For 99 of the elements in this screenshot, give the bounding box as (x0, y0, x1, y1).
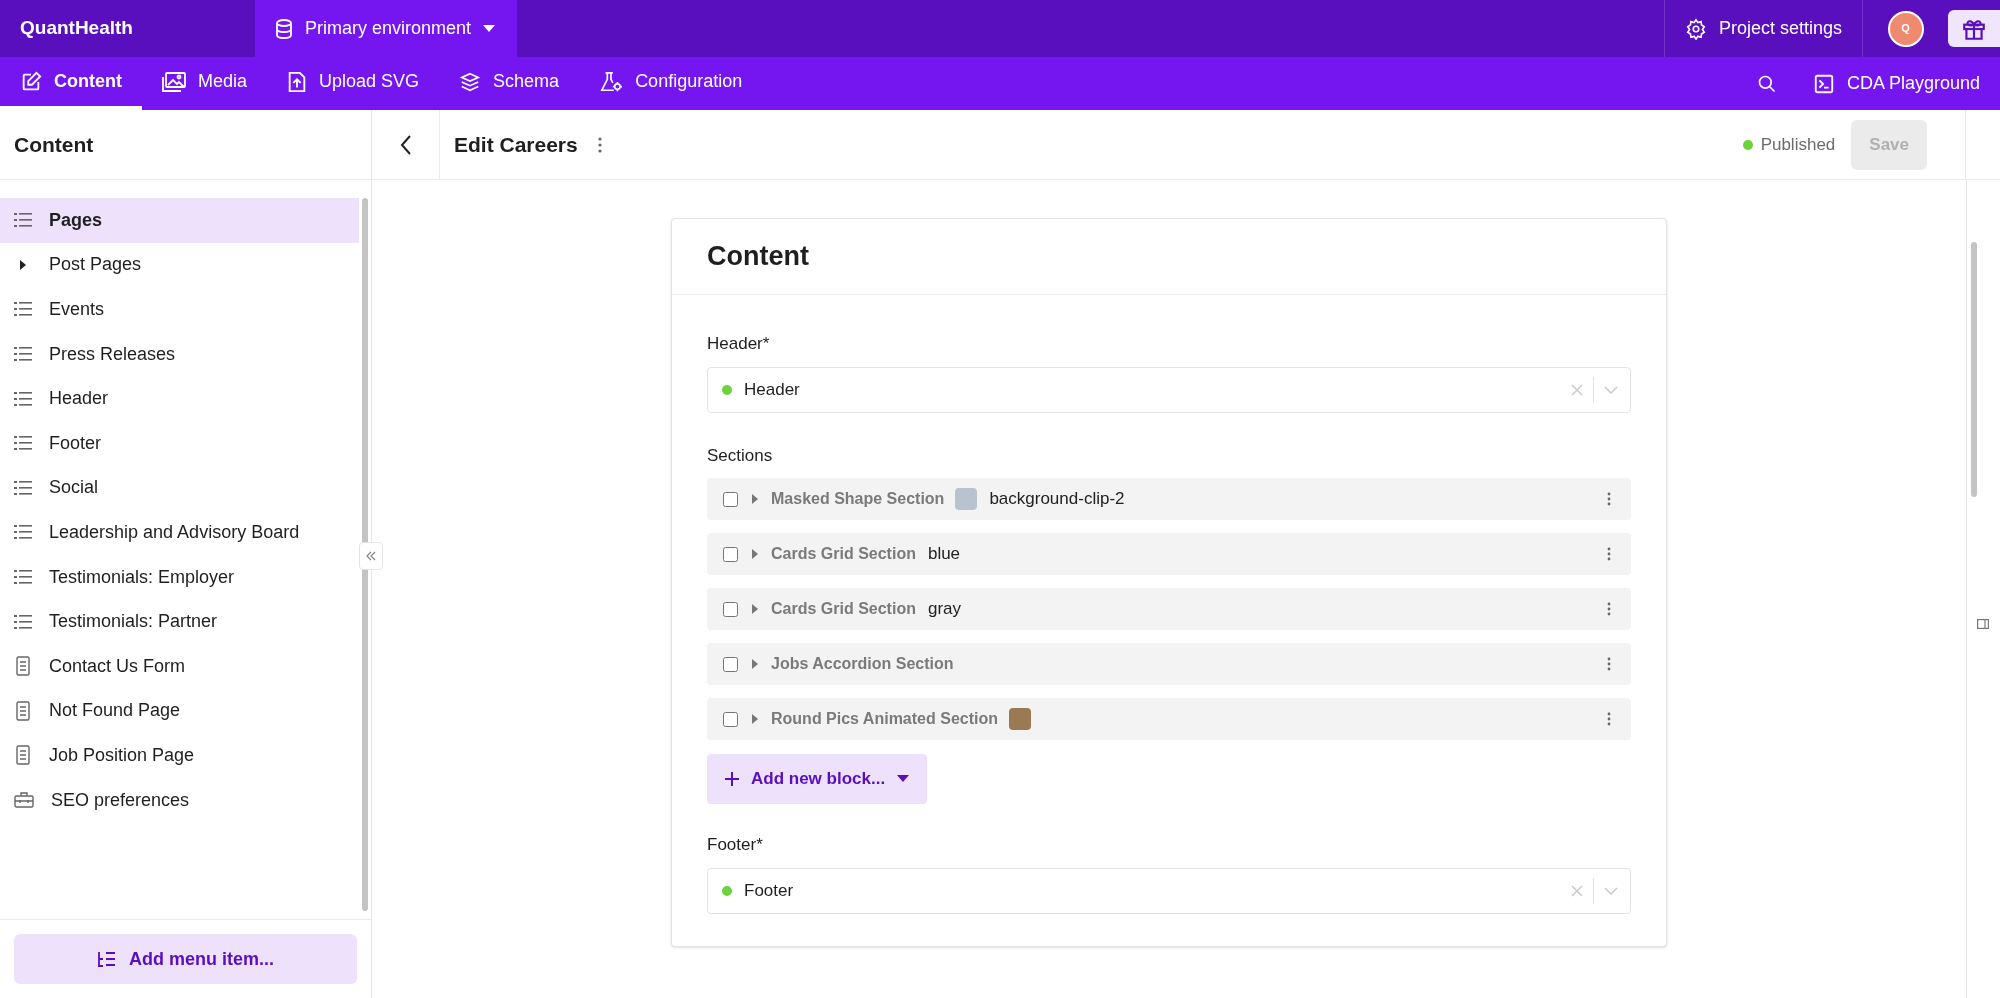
app-name: QuantHealth (20, 16, 133, 41)
upload-file-icon (287, 70, 307, 93)
settings-icon (1684, 17, 1707, 40)
section-type: Cards Grid Section (771, 599, 916, 619)
reference-select-field[interactable]: Header (707, 366, 1631, 413)
field-label: Sections (707, 444, 774, 467)
sidebar-item[interactable]: Leadership and Advisory Board (0, 510, 359, 555)
sidebar-item[interactable]: Contact Us Form (0, 643, 359, 689)
search-icon (1756, 73, 1777, 94)
checkbox[interactable] (723, 546, 738, 562)
nav-tab[interactable]: Configuration (579, 57, 763, 110)
section-type: Jobs Accordion Section (771, 654, 954, 674)
section-type: Masked Shape Section (771, 489, 945, 509)
caret-right-icon (751, 603, 759, 615)
list-icon (14, 524, 32, 541)
sidebar-item[interactable]: Pages (0, 198, 359, 243)
add-menu-item-button[interactable]: Add menu item... (14, 934, 357, 984)
toolbox-icon (14, 791, 34, 809)
add-block-button[interactable]: Add new block... (707, 754, 928, 804)
vertical-dots-icon (1607, 712, 1611, 726)
list-icon (14, 390, 32, 407)
card-title: Content (707, 240, 809, 274)
checkbox[interactable] (723, 491, 738, 507)
sidebar-item[interactable]: Testimonials: Partner (0, 599, 359, 644)
collapse-sidebar-button[interactable] (359, 542, 383, 570)
nav-tab[interactable]: Content (0, 57, 142, 110)
sidebar-item[interactable]: Header (0, 376, 359, 421)
caret-right-icon (751, 658, 759, 670)
gift-button[interactable] (1948, 10, 2000, 47)
vertical-dots-icon (1607, 602, 1611, 616)
tree-list-icon (97, 950, 117, 968)
chevron-left-icon (398, 133, 413, 156)
nav-tab[interactable]: Media (142, 57, 267, 110)
section-type: Cards Grid Section (771, 544, 916, 564)
list-icon (14, 346, 32, 363)
list-icon (14, 569, 32, 586)
nav-tab[interactable]: Schema (439, 57, 580, 110)
section-block[interactable]: Masked Shape Section background-clip-2 (707, 478, 1631, 520)
section-block[interactable]: Jobs Accordion Section (707, 643, 1631, 685)
list-icon (14, 479, 32, 496)
list-icon (14, 301, 32, 318)
caret-right-icon (751, 493, 759, 505)
checkbox[interactable] (723, 601, 738, 617)
vertical-dots-icon (597, 136, 602, 153)
caret-down-icon (483, 24, 496, 33)
chevron-down-icon (1604, 385, 1618, 394)
clear-icon (1571, 884, 1583, 897)
checkbox[interactable] (723, 656, 738, 672)
vertical-dots-icon (1607, 657, 1611, 671)
images-icon (162, 71, 186, 92)
sidebar-item[interactable]: Post Pages (0, 242, 359, 288)
section-value: blue (927, 543, 961, 566)
list-icon (14, 435, 32, 452)
sidebar-title: Content (14, 131, 94, 158)
checkbox[interactable] (723, 711, 738, 727)
panel-icon (1977, 619, 1989, 629)
layers-icon (459, 70, 482, 93)
caret-right-icon (751, 548, 759, 560)
nav-tab[interactable]: Upload SVG (267, 57, 440, 110)
section-type: Round Pics Animated Section (771, 709, 998, 729)
section-block[interactable]: Cards Grid Section blue (707, 533, 1631, 575)
list-icon (14, 212, 32, 229)
plus-icon (725, 772, 739, 786)
terminal-icon (1812, 72, 1835, 95)
scrollbar[interactable] (362, 198, 368, 911)
caret-right-icon (751, 713, 759, 725)
section-block[interactable]: Cards Grid Section gray (707, 588, 1631, 630)
sidebar-item[interactable]: Social (0, 465, 359, 511)
flask-icon (599, 70, 624, 93)
reference-select-field[interactable]: Footer (707, 867, 1631, 914)
vertical-dots-icon (1607, 492, 1611, 506)
environment-dropdown[interactable]: Primary environment (255, 0, 517, 57)
vertical-dots-icon (1607, 547, 1611, 561)
sidebar-item[interactable]: Testimonials: Employer (0, 554, 359, 600)
double-chevron-left-icon (365, 550, 377, 562)
caret-down-icon (897, 775, 910, 783)
editor-title: Edit Careers (454, 131, 578, 158)
section-value: gray (927, 598, 961, 621)
scrollbar[interactable] (1970, 242, 1977, 497)
document-icon (14, 700, 32, 721)
section-value: background-clip-2 (989, 488, 1125, 511)
sidebar-item[interactable]: Not Found Page (0, 688, 359, 734)
playground-link[interactable]: CDA Playground (1792, 57, 2000, 110)
status-label: Published (1760, 133, 1836, 156)
section-block[interactable]: Round Pics Animated Section (707, 698, 1631, 740)
list-icon (14, 613, 32, 630)
chevron-down-icon (1604, 886, 1618, 895)
sidebar-item[interactable]: Events (0, 287, 359, 332)
sidebar-item[interactable]: Job Position Page (0, 733, 359, 778)
document-icon (14, 656, 32, 677)
sidebar-item[interactable]: SEO preferences (0, 777, 359, 823)
edit-icon (20, 70, 42, 93)
document-icon (14, 745, 32, 766)
clear-icon (1571, 383, 1583, 396)
field-label: Footer* (707, 834, 764, 856)
database-icon (275, 18, 293, 39)
field-label: Header* (707, 333, 771, 355)
sidebar-item[interactable]: Footer (0, 420, 359, 466)
sidebar-item[interactable]: Press Releases (0, 331, 359, 377)
